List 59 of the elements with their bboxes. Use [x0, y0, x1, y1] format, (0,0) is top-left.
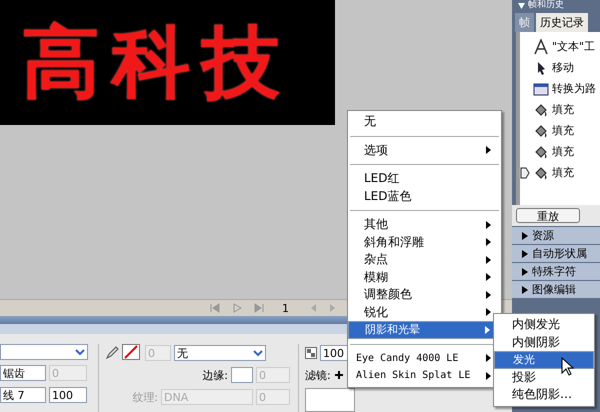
pencil-icon[interactable] — [105, 346, 119, 360]
panel-header[interactable]: 特殊字符 — [512, 263, 600, 280]
dropdown-icon — [253, 349, 263, 357]
panel-header[interactable]: 自动形状属 — [512, 245, 600, 262]
font-select[interactable] — [0, 344, 88, 360]
window-icon — [533, 80, 549, 96]
history-item[interactable]: 填充 — [520, 162, 600, 183]
edge-label: 边缘: — [202, 368, 228, 382]
amount-field[interactable]: 100 — [49, 387, 87, 403]
expand-triangle-icon — [522, 232, 528, 240]
filter-list[interactable] — [305, 388, 355, 412]
frame-number: 1 — [282, 302, 289, 315]
play-icon[interactable] — [232, 303, 242, 314]
menu-item[interactable]: 斜角和浮雕 — [348, 234, 501, 251]
panel-header[interactable]: 资源 — [512, 227, 600, 244]
last-frame-icon[interactable] — [254, 303, 264, 314]
menu-item[interactable]: LED蓝色 — [348, 188, 501, 205]
first-frame-icon[interactable] — [210, 303, 220, 314]
history-item[interactable]: 填充 — [520, 141, 600, 162]
paint-bucket-icon — [533, 164, 549, 180]
menu-item[interactable]: 无 — [348, 113, 501, 130]
filters-label: 滤镜: — [305, 368, 331, 382]
menu-item[interactable]: 选项 — [348, 142, 501, 159]
antialias-select[interactable]: 锯齿 — [0, 365, 46, 381]
expand-triangle-icon — [522, 286, 528, 294]
dropdown-icon — [75, 348, 85, 356]
menu-item[interactable]: 调整颜色 — [348, 286, 501, 304]
edge-field[interactable] — [231, 367, 253, 383]
led-text: 高科技 — [22, 24, 292, 102]
opacity-icon — [305, 347, 317, 359]
menu-item[interactable]: 模糊 — [348, 268, 501, 286]
add-icon[interactable] — [334, 370, 344, 380]
menu-item[interactable]: 杂点 — [348, 251, 501, 268]
paint-bucket-icon — [533, 122, 549, 138]
letter-icon — [533, 38, 549, 54]
line-select[interactable]: 线 7 — [0, 387, 46, 403]
history-item[interactable]: 填充 — [520, 120, 600, 141]
mouse-cursor-icon — [561, 357, 575, 377]
menu-item[interactable]: 纯色阴影… — [494, 386, 594, 404]
history-item[interactable]: "文本"工 — [520, 36, 600, 57]
menu-item[interactable]: 发光 — [494, 351, 594, 368]
replay-button[interactable]: 重放 — [516, 208, 580, 223]
history-marker-icon[interactable] — [520, 166, 530, 178]
menu-item[interactable]: LED红 — [348, 170, 501, 188]
collapse-triangle-icon[interactable] — [518, 2, 525, 8]
stroke-type-select[interactable]: 无 — [174, 345, 266, 361]
expand-triangle-icon — [522, 268, 528, 276]
paint-bucket-icon — [533, 102, 549, 118]
expand-triangle-icon — [522, 250, 528, 258]
stroke-color-swatch-icon[interactable] — [122, 344, 142, 362]
menu-item[interactable]: 投影 — [494, 368, 594, 386]
history-item[interactable]: 填充 — [520, 99, 600, 120]
history-item[interactable]: 移动 — [520, 57, 600, 78]
history-item[interactable]: 转换为路 — [520, 78, 600, 99]
panel-tab[interactable]: 历史记录 — [536, 13, 588, 32]
paint-bucket-icon — [533, 144, 549, 160]
menu-item[interactable]: 其他 — [348, 216, 501, 234]
panel-header[interactable]: 图像编辑 — [512, 281, 600, 298]
texture-label: 纹理: — [132, 390, 158, 404]
